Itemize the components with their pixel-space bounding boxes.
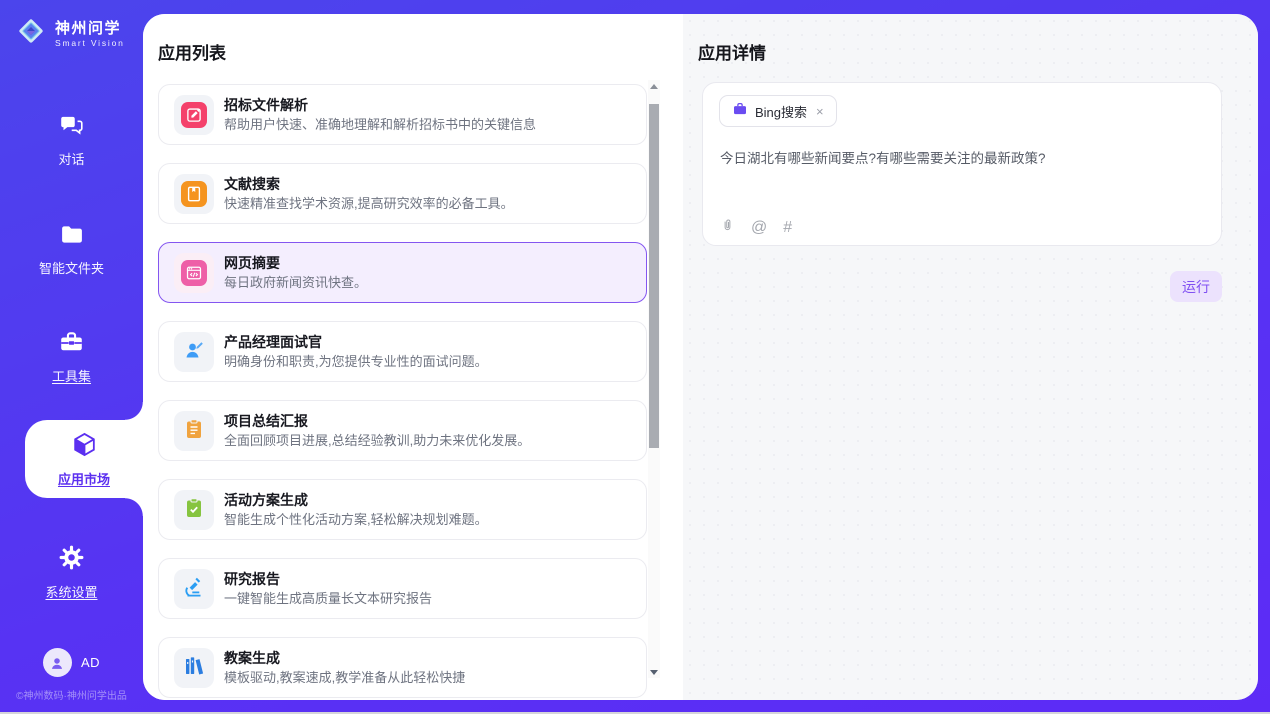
clipboard-icon (174, 411, 214, 451)
run-button[interactable]: 运行 (1170, 271, 1222, 302)
mention-icon[interactable]: @ (751, 220, 767, 236)
copyright-footer: ©神州数码·神州问学出品 (0, 687, 143, 702)
app-desc: 每日政府新闻资讯快查。 (224, 274, 632, 292)
attachment-toolbar: @ # (720, 217, 792, 238)
query-input[interactable]: 今日湖北有哪些新闻要点?有哪些需要关注的最新政策? (720, 149, 1201, 169)
brand-subtitle: Smart Vision (55, 38, 125, 48)
brand-logo-icon (14, 14, 48, 53)
cube-icon (71, 431, 98, 463)
sidebar-item-label: 系统设置 (45, 582, 97, 601)
app-name: 招标文件解析 (224, 95, 632, 115)
folder-icon (59, 222, 85, 252)
app-name: 项目总结汇报 (224, 411, 632, 431)
close-icon[interactable]: × (814, 104, 826, 119)
app-list-panel: 应用列表 招标文件解析 帮助用户快速、准确地理解和解析招标书中的关键信息 (143, 14, 683, 700)
brand-name: 神州问学 (55, 20, 125, 38)
sidebar-item-settings[interactable]: 系统设置 (0, 544, 143, 601)
microscope-icon (174, 569, 214, 609)
book-icon (174, 174, 214, 214)
app-card-bid-parse[interactable]: 招标文件解析 帮助用户快速、准确地理解和解析招标书中的关键信息 (158, 84, 647, 145)
app-desc: 明确身份和职责,为您提供专业性的面试问题。 (224, 353, 632, 371)
sidebar-item-label: 智能文件夹 (39, 258, 104, 277)
scroll-up-icon[interactable] (648, 80, 660, 92)
app-name: 文献搜索 (224, 174, 632, 194)
app-card-literature-search[interactable]: 文献搜索 快速精准查找学术资源,提高研究效率的必备工具。 (158, 163, 647, 224)
scrollbar-thumb[interactable] (649, 104, 659, 448)
app-name: 研究报告 (224, 569, 632, 589)
app-card-list: 招标文件解析 帮助用户快速、准确地理解和解析招标书中的关键信息 文献搜索 快速精… (158, 84, 647, 698)
app-desc: 全面回顾项目进展,总结经验教训,助力未来优化发展。 (224, 432, 632, 450)
hash-icon[interactable]: # (783, 220, 792, 236)
paperclip-icon[interactable] (720, 217, 735, 238)
chat-icon (58, 112, 85, 143)
app-card-pm-interviewer[interactable]: 产品经理面试官 明确身份和职责,为您提供专业性的面试问题。 (158, 321, 647, 382)
app-list-title: 应用列表 (158, 39, 226, 64)
sidebar-item-label: 对话 (58, 149, 84, 168)
sidebar: 神州问学 Smart Vision 对话 智能文件夹 (0, 0, 143, 712)
user-menu[interactable]: AD (0, 648, 143, 677)
app-desc: 一键智能生成高质量长文本研究报告 (224, 590, 632, 608)
gear-icon (58, 544, 85, 576)
app-card-web-summary[interactable]: 网页摘要 每日政府新闻资讯快查。 (158, 242, 647, 303)
avatar (43, 648, 72, 677)
app-desc: 智能生成个性化活动方案,轻松解决规划难题。 (224, 511, 632, 529)
tool-tag-label: Bing搜索 (755, 102, 807, 121)
app-name: 网页摘要 (224, 253, 632, 273)
sidebar-item-app-market[interactable]: 应用市场 (25, 420, 143, 498)
main-window: 应用列表 招标文件解析 帮助用户快速、准确地理解和解析招标书中的关键信息 (143, 14, 1258, 700)
sidebar-item-chat[interactable]: 对话 (0, 112, 143, 168)
app-name: 活动方案生成 (224, 490, 632, 510)
scroll-down-icon[interactable] (648, 666, 660, 678)
toolbox-icon (58, 329, 85, 360)
app-desc: 快速精准查找学术资源,提高研究效率的必备工具。 (224, 195, 632, 213)
app-detail-title: 应用详情 (698, 39, 766, 64)
app-desc: 模板驱动,教案速成,教学准备从此轻松快捷 (224, 669, 632, 687)
sidebar-item-smart-folder[interactable]: 智能文件夹 (0, 222, 143, 277)
app-card-lesson-plan[interactable]: 教案生成 模板驱动,教案速成,教学准备从此轻松快捷 (158, 637, 647, 698)
user-initials: AD (81, 655, 100, 670)
app-card-project-report[interactable]: 项目总结汇报 全面回顾项目进展,总结经验教训,助力未来优化发展。 (158, 400, 647, 461)
sidebar-item-label: 工具集 (52, 366, 91, 385)
app-name: 教案生成 (224, 648, 632, 668)
app-name: 产品经理面试官 (224, 332, 632, 352)
app-card-event-plan[interactable]: 活动方案生成 智能生成个性化活动方案,轻松解决规划难题。 (158, 479, 647, 540)
sidebar-item-label: 应用市场 (58, 469, 110, 488)
app-detail-panel: 应用详情 Bing搜索 × 今日湖北有哪些新闻要点?有哪些需要关注的最新政策? (683, 14, 1258, 700)
app-desc: 帮助用户快速、准确地理解和解析招标书中的关键信息 (224, 116, 632, 134)
app-card-research-report[interactable]: 研究报告 一键智能生成高质量长文本研究报告 (158, 558, 647, 619)
brand: 神州问学 Smart Vision (14, 14, 125, 53)
briefcase-icon (732, 101, 748, 122)
clipboard-check-icon (174, 490, 214, 530)
tool-tag-bing-search[interactable]: Bing搜索 × (719, 95, 837, 127)
sidebar-item-toolset[interactable]: 工具集 (0, 329, 143, 385)
interviewer-icon (174, 332, 214, 372)
books-icon (174, 648, 214, 688)
pen-square-icon (174, 95, 214, 135)
browser-code-icon (174, 253, 214, 293)
prompt-card: Bing搜索 × 今日湖北有哪些新闻要点?有哪些需要关注的最新政策? @ # (702, 82, 1222, 246)
scrollbar[interactable] (648, 80, 660, 678)
